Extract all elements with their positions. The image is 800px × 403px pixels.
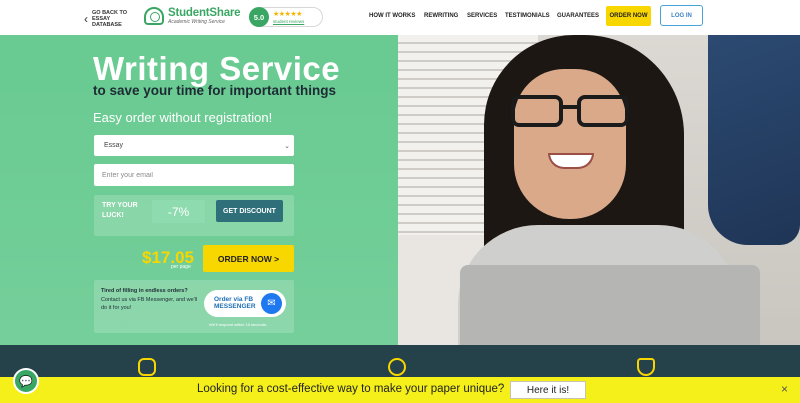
location-icon: [388, 358, 406, 376]
reviews-link[interactable]: student reviews: [273, 19, 304, 24]
rating-badge[interactable]: 5.0 ★★★★★ student reviews: [249, 7, 323, 27]
login-button[interactable]: LOG IN: [660, 5, 703, 26]
face-shape: [514, 69, 626, 219]
logo-icon: [144, 7, 164, 25]
fb-messenger-button[interactable]: Order via FB MESSENGER ✉: [204, 290, 286, 317]
nav-rewriting[interactable]: REWRITING: [424, 13, 458, 19]
chat-icon[interactable]: 💬: [13, 368, 39, 394]
chevron-down-icon: ⌄: [284, 142, 290, 150]
hero-tagline: Easy order without registration!: [93, 110, 273, 125]
nav-services[interactable]: SERVICES: [467, 13, 497, 19]
nav-testimonials[interactable]: TESTIMONIALS: [505, 13, 550, 19]
banner-text: Looking for a cost-effective way to make…: [197, 383, 505, 395]
logo-name: StudentShare: [168, 7, 241, 19]
nav-guarantees[interactable]: GUARANTEES: [557, 13, 599, 19]
logo-subtitle: Academic Writing Service: [168, 19, 225, 25]
feature-icon: [138, 358, 156, 376]
back-to-database-link[interactable]: ‹ GO BACK TO ESSAY DATABASE: [84, 10, 138, 28]
price-unit: per page: [171, 264, 191, 270]
fb-button-label: Order via FB MESSENGER: [214, 296, 256, 310]
discount-box: TRY YOUR LUCK! -7% GET DISCOUNT: [94, 195, 294, 236]
fb-description: Contact us via FB Messenger, and we'll d…: [101, 297, 198, 311]
header-order-button[interactable]: ORDER NOW: [606, 6, 651, 26]
fb-respond-note: We'll respond within 10 seconds.: [209, 322, 268, 327]
back-link-label: GO BACK TO ESSAY DATABASE: [92, 10, 128, 28]
order-now-button[interactable]: ORDER NOW >: [203, 245, 294, 272]
discount-value: -7%: [152, 200, 205, 223]
hero-photo: [398, 35, 800, 345]
promo-banner: Looking for a cost-effective way to make…: [0, 377, 800, 403]
messenger-icon: ✉: [261, 293, 282, 314]
hero-panel: Writing Service to save your time for im…: [0, 35, 398, 345]
close-icon[interactable]: ×: [781, 382, 788, 396]
get-discount-button[interactable]: GET DISCOUNT: [216, 200, 283, 222]
star-icon: ★★★★★: [273, 10, 302, 18]
hero-subtitle: to save your time for important things: [93, 83, 337, 98]
glasses-shape: [511, 95, 631, 129]
fb-messenger-box: Tired of filling in endless orders? Cont…: [94, 280, 294, 333]
paper-type-value: Essay: [104, 142, 124, 149]
jeans-shape: [708, 35, 800, 245]
rating-value: 5.0: [249, 7, 269, 27]
nav-how-it-works[interactable]: HOW IT WORKS: [369, 13, 415, 19]
email-input[interactable]: [94, 164, 294, 186]
chevron-left-icon: ‹: [84, 12, 88, 26]
logo[interactable]: StudentShare Academic Writing Service: [144, 7, 241, 25]
paper-type-select[interactable]: Essay ⌄: [94, 135, 294, 156]
laptop-shape: [460, 265, 760, 345]
try-your-luck-label: TRY YOUR LUCK!: [102, 202, 138, 219]
top-header: ‹ GO BACK TO ESSAY DATABASE StudentShare…: [0, 0, 800, 35]
banner-button[interactable]: Here it is!: [510, 381, 586, 399]
shield-icon: [637, 358, 655, 376]
hero-section: Writing Service to save your time for im…: [0, 35, 800, 345]
fb-heading: Tired of filling in endless orders?: [101, 288, 188, 294]
